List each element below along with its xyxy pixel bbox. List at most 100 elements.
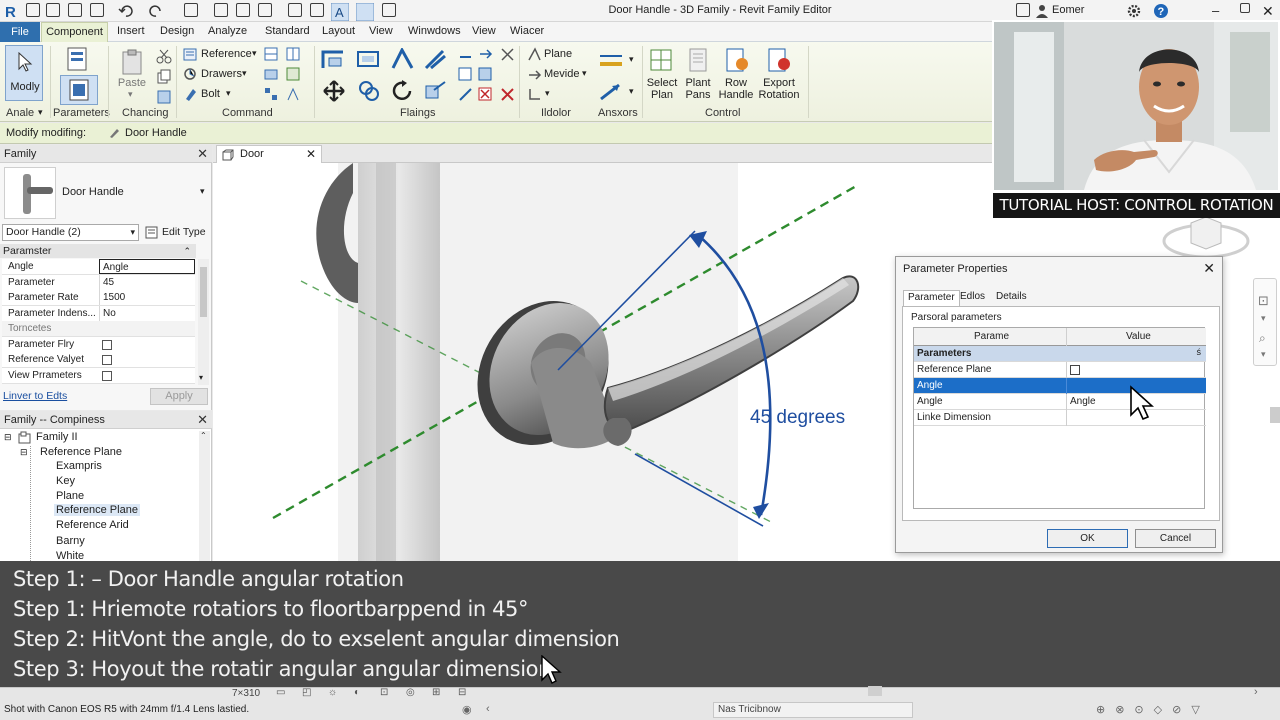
hide-element-icon[interactable] [478,87,493,105]
chevron-down-icon[interactable]: ▾ [38,107,43,118]
line-style-icon[interactable] [598,50,624,73]
property-value-input[interactable]: Angle [99,259,195,274]
align-icon[interactable] [355,2,375,22]
scroll-left-icon[interactable]: ‹ [486,703,490,715]
hide-icon[interactable]: ◎ [406,687,415,698]
user-name[interactable]: Eomer [1052,4,1084,16]
crop-icon[interactable]: ⊡ [380,687,388,698]
tab-view-2[interactable]: View [472,25,496,37]
tab-windows[interactable]: Winwdows [408,25,461,37]
sun-path-icon[interactable]: ☼ [328,687,337,698]
chevron-down-icon[interactable]: ▾ [545,88,550,99]
zoom-icon[interactable]: ⌕ [1259,331,1266,346]
help-icon[interactable]: ? [1153,3,1169,19]
property-value[interactable]: No [99,306,195,321]
property-checkbox[interactable] [102,340,112,350]
extend-icon[interactable] [423,48,449,73]
3d-view-icon[interactable] [288,3,304,19]
restore-icon[interactable] [1240,3,1256,19]
pencil-icon[interactable] [258,3,274,19]
chevron-down-icon[interactable]: ▾ [629,54,634,65]
dimension-arrow-icon[interactable] [598,82,624,105]
property-row[interactable]: Reference Valyet [2,352,195,368]
tab-wiacer[interactable]: Wiacer [510,25,544,37]
param-value[interactable]: Angle [1070,396,1096,407]
infocenter-icon[interactable] [1016,3,1032,19]
chevron-down-icon[interactable]: ▾ [128,89,133,100]
tab-component[interactable]: Component [41,22,108,43]
dimension-icon[interactable] [214,3,230,19]
chevron-down-icon[interactable]: ▾ [1261,313,1266,324]
tab-view[interactable]: View [369,25,393,37]
cancel-button[interactable]: Cancel [1135,529,1216,548]
close-icon[interactable]: ✕ [1203,260,1215,277]
edit-type-button[interactable]: Edit Type [143,224,209,241]
close-tab-icon[interactable]: ✕ [306,147,316,161]
measure-icon[interactable] [184,3,200,19]
copy-icon[interactable] [156,69,172,88]
delete-element-icon[interactable] [500,47,515,65]
parameters-button[interactable] [60,75,98,105]
sort-icon[interactable]: ś [1197,347,1202,357]
join-icon[interactable] [264,47,279,65]
tree-item[interactable]: Key [56,475,75,487]
tab-design[interactable]: Design [160,25,194,37]
grid-row[interactable]: Linke Dimension [914,410,1206,426]
worksets-icon[interactable]: ◉ [462,703,472,716]
shadows-icon[interactable]: ◐ [354,687,360,698]
collapse-tree-icon[interactable]: ⊟ [4,432,12,443]
tab-parameter[interactable]: Parameter [903,290,960,306]
offset-icon[interactable] [356,48,382,73]
grid-group-row[interactable]: Parameters ś [914,346,1206,362]
close-window-icon[interactable]: ✕ [1262,3,1278,19]
grid-row[interactable]: Angle Angle [914,394,1206,410]
selection-filters[interactable]: ⊕⊗⊙◇⊘▽ [1096,703,1256,717]
tree-root[interactable]: Family II [36,431,78,443]
align-tool-icon[interactable] [321,48,347,73]
scale-icon[interactable] [423,80,449,105]
tab-door-view[interactable]: Door ✕ [216,145,322,163]
group-icon[interactable] [458,67,473,85]
properties-scrollbar[interactable]: ▾ [198,259,209,385]
delete-icon[interactable] [500,87,515,105]
close-icon[interactable]: ✕ [197,146,208,162]
row-handle-button[interactable]: Row Handle [716,77,756,101]
drawers-button[interactable]: Drawers [201,68,242,80]
apply-button[interactable]: Apply [150,388,208,405]
tab-file[interactable]: File [0,22,40,42]
column-header[interactable]: Parame [974,331,1009,342]
array-icon[interactable] [264,87,279,105]
tab-analyze[interactable]: Analyze [208,25,247,37]
tree-item[interactable]: Exampris [56,460,102,472]
property-row[interactable]: Angle Angle [2,259,195,275]
section-icon[interactable] [310,3,326,19]
redo-icon[interactable] [148,3,164,19]
split-icon[interactable] [286,47,301,65]
angle-annotation[interactable]: 45 degrees [750,407,845,428]
tree-item[interactable]: Plane [56,490,84,502]
reveal-icon[interactable]: ⊟ [458,687,466,698]
property-checkbox[interactable] [102,371,112,381]
pin-icon[interactable] [458,47,473,65]
property-row[interactable]: Parameter 45 [2,275,195,291]
open-icon[interactable] [26,3,42,19]
mirror-icon[interactable] [286,87,301,105]
tab-insert[interactable]: Insert [117,25,145,37]
scroll-right-icon[interactable]: › [1254,686,1258,698]
revit-logo-icon[interactable]: R [3,3,19,21]
thin-lines-icon[interactable] [382,3,398,19]
opening-icon[interactable] [286,67,301,85]
mevide-button[interactable]: Mevide [544,68,579,80]
tab-layout[interactable]: Layout [322,25,355,37]
close-icon[interactable]: ✕ [197,412,208,428]
parameters-section[interactable]: Paramster ⌃ [0,244,196,258]
chevron-down-icon[interactable]: ▾ [582,68,587,79]
steering-wheel-icon[interactable]: ⊡ [1258,293,1269,309]
measure-tool-icon[interactable] [458,87,473,105]
chevron-down-icon[interactable]: ▾ [252,48,257,59]
wall-icon[interactable] [264,67,279,85]
property-row[interactable]: Parameter Rate 1500 [2,290,195,306]
property-row[interactable]: View Prrameters [2,368,195,384]
tag-icon[interactable] [236,3,252,19]
status-field[interactable]: Nas Tricibnow [713,702,913,718]
